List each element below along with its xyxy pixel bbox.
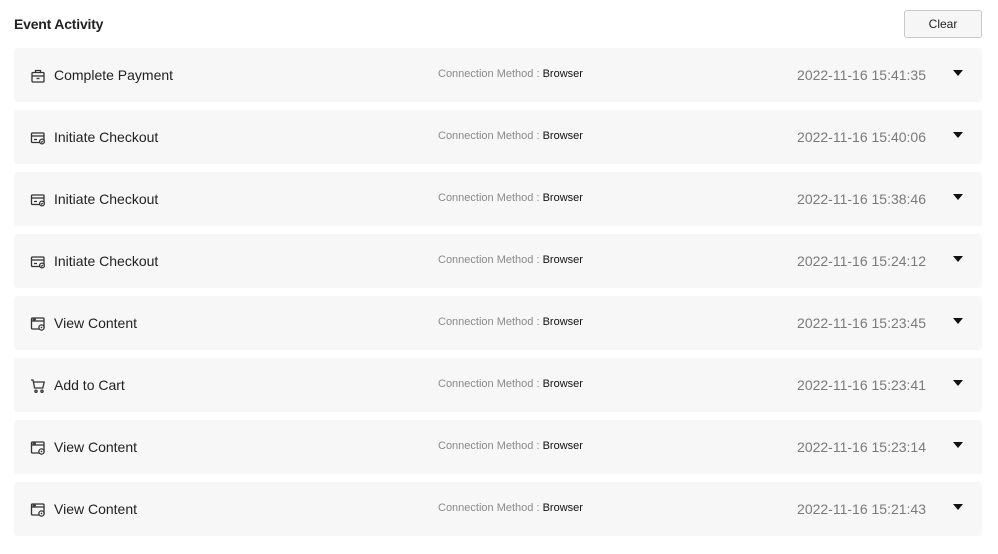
connection-method: Connection Method : Browser (438, 254, 583, 266)
connection-method-label: Connection Method : (438, 192, 540, 204)
caret-down-icon[interactable] (953, 318, 963, 324)
connection-method-value: Browser (542, 130, 583, 142)
event-timestamp: 2022-11-16 15:23:14 (797, 439, 926, 455)
view-content-icon (30, 440, 46, 456)
page-title: Event Activity (14, 16, 104, 32)
connection-method-label: Connection Method : (438, 378, 540, 390)
view-content-icon (30, 502, 46, 518)
connection-method-label: Connection Method : (438, 68, 540, 80)
event-name: Initiate Checkout (54, 253, 159, 269)
checkout-icon (30, 130, 46, 146)
connection-method-label: Connection Method : (438, 316, 540, 328)
event-timestamp: 2022-11-16 15:23:41 (797, 377, 926, 393)
event-row[interactable]: Add to Cart Connection Method : Browser 20… (14, 358, 982, 412)
caret-down-icon[interactable] (953, 504, 963, 510)
event-name: View Content (54, 501, 138, 517)
cart-icon (30, 378, 46, 394)
caret-down-icon[interactable] (953, 194, 963, 200)
caret-down-icon[interactable] (953, 380, 963, 386)
event-row[interactable]: Initiate Checkout Connection Method : Bro… (14, 172, 982, 226)
event-timestamp: 2022-11-16 15:24:12 (797, 253, 926, 269)
event-row[interactable]: Initiate Checkout Connection Method : Bro… (14, 110, 982, 164)
connection-method-value: Browser (542, 378, 583, 390)
connection-method: Connection Method : Browser (438, 316, 583, 328)
event-name: Complete Payment (54, 67, 174, 83)
caret-down-icon[interactable] (953, 70, 963, 76)
clear-button[interactable]: Clear (904, 10, 982, 38)
connection-method: Connection Method : Browser (438, 130, 583, 142)
event-timestamp: 2022-11-16 15:38:46 (797, 191, 926, 207)
connection-method: Connection Method : Browser (438, 440, 583, 452)
connection-method-value: Browser (542, 316, 583, 328)
connection-method: Connection Method : Browser (438, 192, 583, 204)
event-name: Initiate Checkout (54, 129, 159, 145)
caret-down-icon[interactable] (953, 256, 963, 262)
connection-method-label: Connection Method : (438, 502, 540, 514)
connection-method: Connection Method : Browser (438, 68, 583, 80)
connection-method-label: Connection Method : (438, 130, 540, 142)
payment-icon (30, 68, 46, 84)
event-name: Add to Cart (54, 377, 125, 393)
event-timestamp: 2022-11-16 15:23:45 (797, 315, 926, 331)
connection-method-label: Connection Method : (438, 440, 540, 452)
event-timestamp: 2022-11-16 15:40:06 (797, 129, 926, 145)
connection-method-value: Browser (542, 502, 583, 514)
event-row[interactable]: View Content Connection Method : Browser 2… (14, 296, 982, 350)
checkout-icon (30, 192, 46, 208)
event-row[interactable]: View Content Connection Method : Browser 2… (14, 420, 982, 474)
connection-method-label: Connection Method : (438, 254, 540, 266)
event-activity-header: Event Activity Clear (14, 10, 982, 40)
event-list: Complete Payment Connection Method : Brow… (14, 48, 982, 544)
event-timestamp: 2022-11-16 15:41:35 (797, 67, 926, 83)
caret-down-icon[interactable] (953, 132, 963, 138)
event-name: View Content (54, 439, 138, 455)
event-name: Initiate Checkout (54, 191, 159, 207)
event-name: View Content (54, 315, 138, 331)
connection-method-value: Browser (542, 440, 583, 452)
connection-method-value: Browser (542, 192, 583, 204)
connection-method: Connection Method : Browser (438, 502, 583, 514)
connection-method-value: Browser (542, 68, 583, 80)
event-row[interactable]: View Content Connection Method : Browser 2… (14, 482, 982, 536)
view-content-icon (30, 316, 46, 332)
connection-method: Connection Method : Browser (438, 378, 583, 390)
event-timestamp: 2022-11-16 15:21:43 (797, 501, 926, 517)
checkout-icon (30, 254, 46, 270)
event-row[interactable]: Complete Payment Connection Method : Brow… (14, 48, 982, 102)
caret-down-icon[interactable] (953, 442, 963, 448)
event-row[interactable]: Initiate Checkout Connection Method : Bro… (14, 234, 982, 288)
connection-method-value: Browser (542, 254, 583, 266)
